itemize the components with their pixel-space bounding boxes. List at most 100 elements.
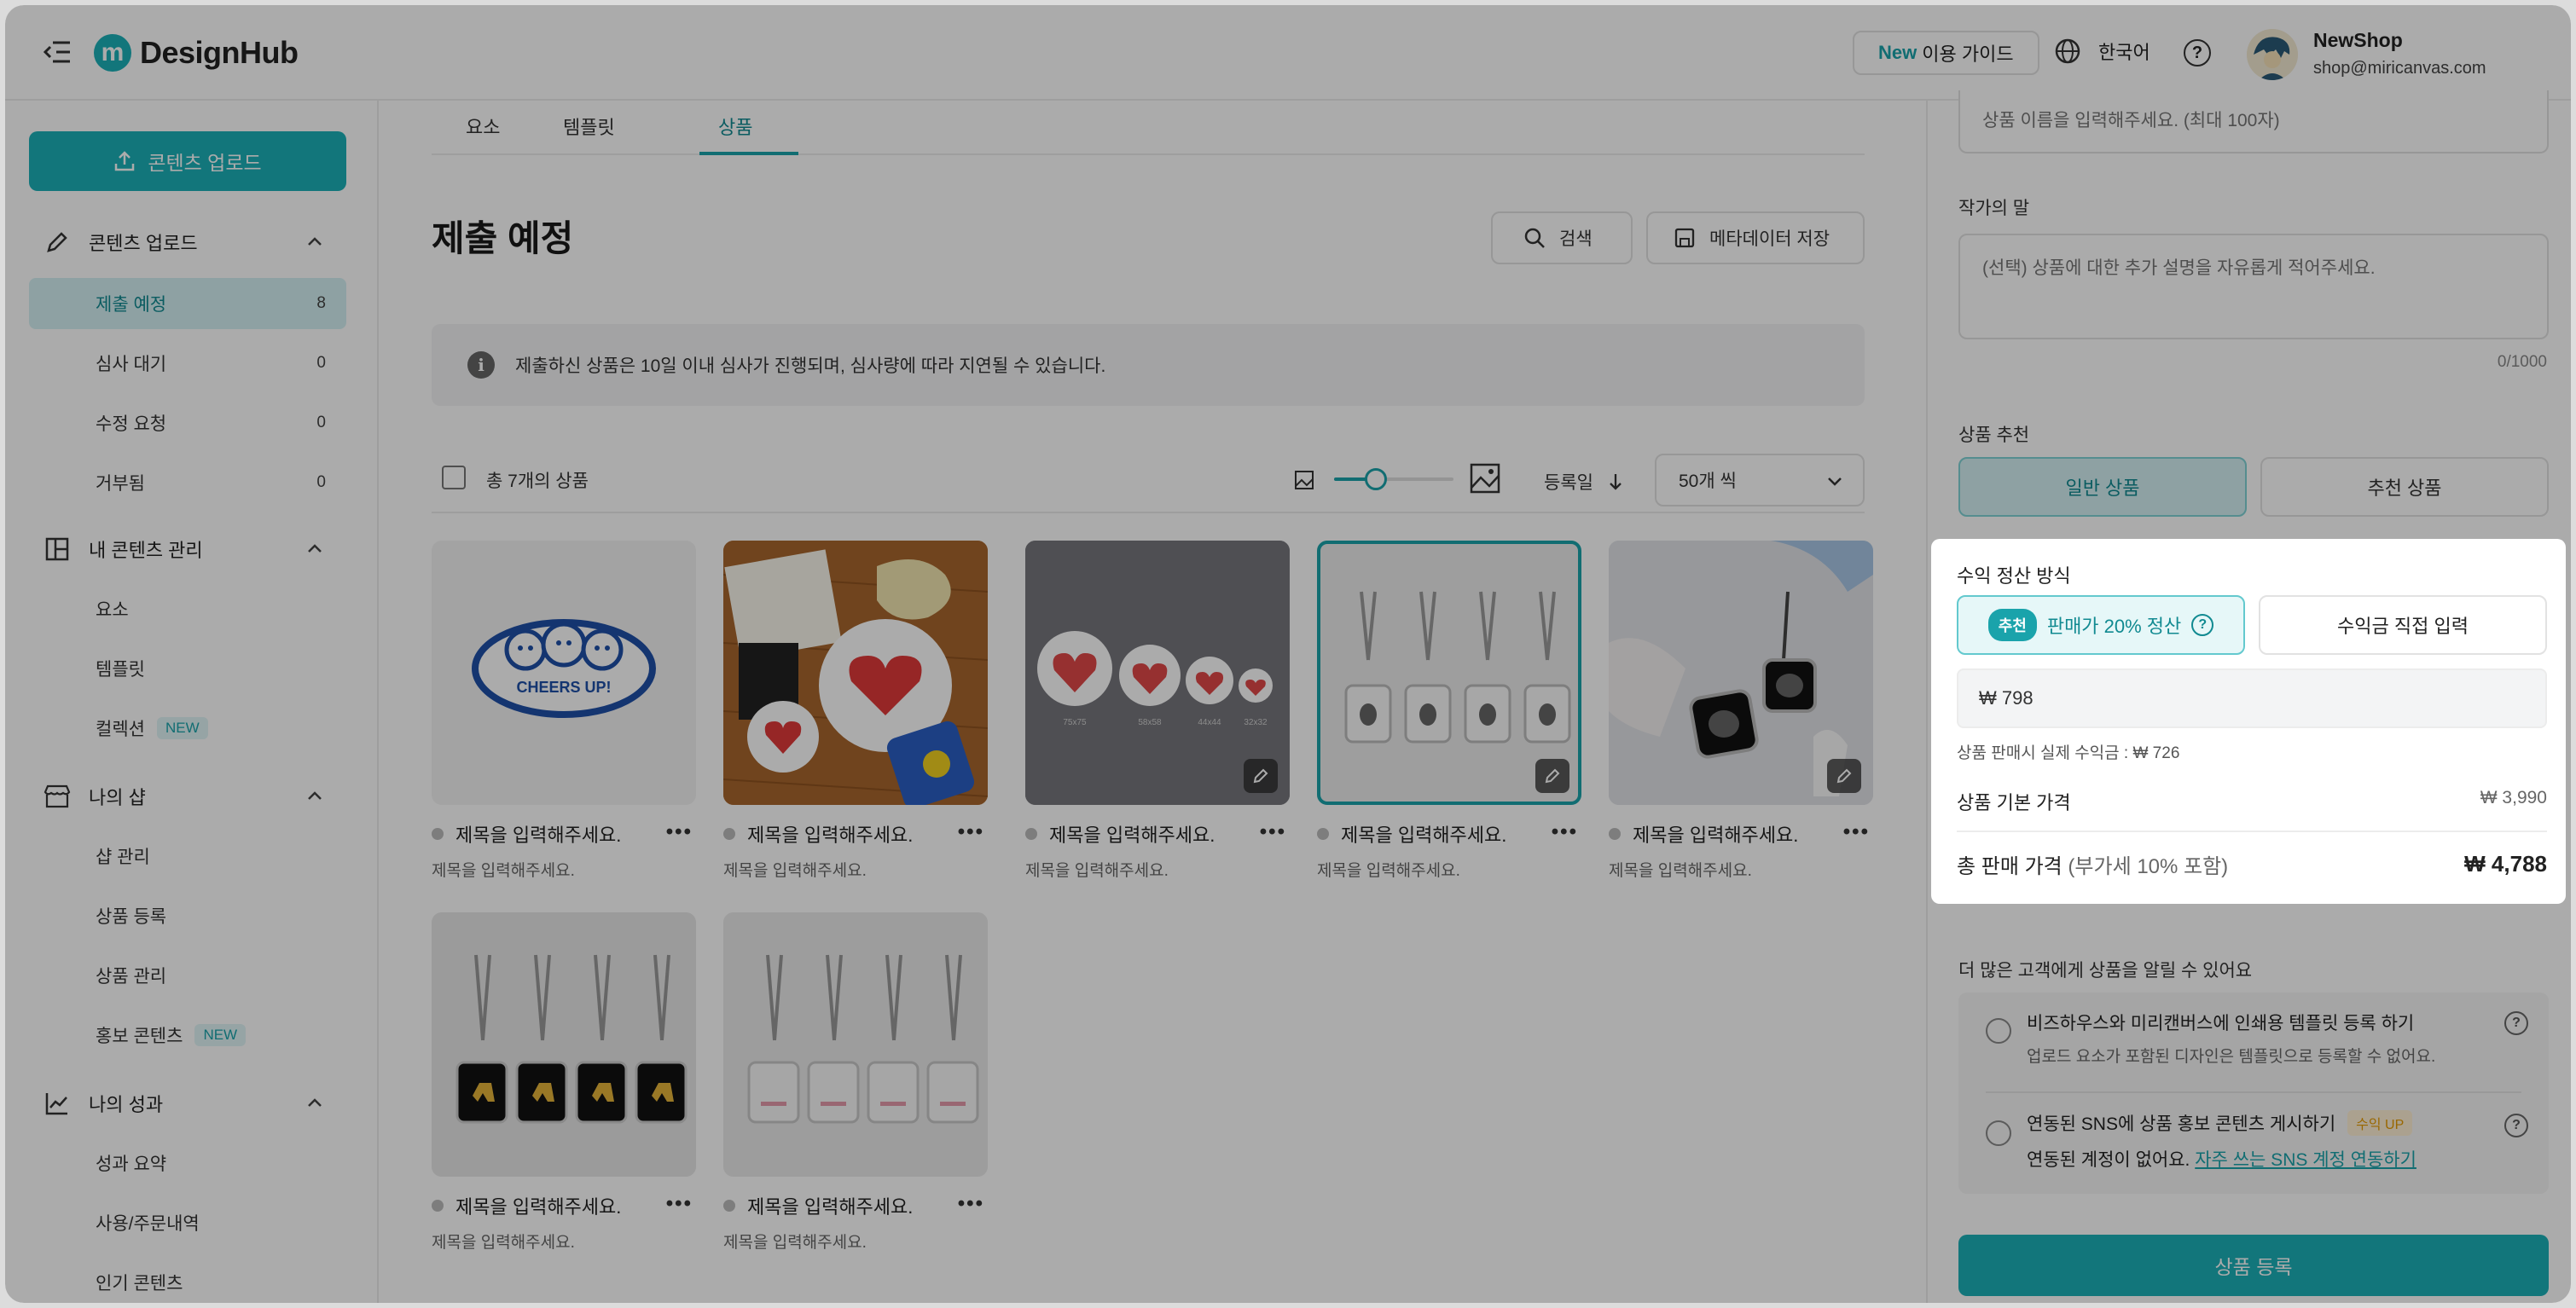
card-subtitle[interactable]: 제목을 입력해주세요. xyxy=(723,858,988,881)
select-all-checkbox[interactable] xyxy=(442,466,466,489)
more-options-icon[interactable]: ••• xyxy=(1552,820,1578,844)
promo-options: 비즈하우스와 미리캔버스에 인쇄용 템플릿 등록 하기 업로드 요소가 포함된 … xyxy=(1958,993,2549,1194)
product-register-button[interactable]: 상품 등록 xyxy=(1958,1235,2549,1296)
per-page-select[interactable]: 50개 씩 xyxy=(1655,454,1865,506)
product-card[interactable]: 75x75 58x58 44x44 32x32 제목을 입력해주세요. ••• … xyxy=(1025,541,1290,881)
product-card[interactable]: 제목을 입력해주세요. ••• 제목을 입력해주세요. xyxy=(723,541,988,881)
search-icon xyxy=(1524,228,1545,248)
language-selector[interactable]: 한국어 xyxy=(2054,38,2150,65)
sort-control[interactable]: 등록일 xyxy=(1544,469,1624,495)
artist-note-textarea[interactable] xyxy=(1958,234,2549,339)
normal-product-button[interactable]: 일반 상품 xyxy=(1958,457,2247,517)
content-upload-button[interactable]: 콘텐츠 업로드 xyxy=(29,131,346,191)
sns-promo-radio[interactable] xyxy=(1986,1120,2011,1146)
recommended-product-button[interactable]: 추천 상품 xyxy=(2260,457,2549,517)
product-name-input[interactable] xyxy=(1958,90,2549,153)
sidebar-item-popular-content[interactable]: 인기 콘텐츠 xyxy=(29,1257,346,1303)
card-title[interactable]: 제목을 입력해주세요. xyxy=(455,820,621,848)
large-image-icon[interactable] xyxy=(1469,462,1501,495)
more-options-icon[interactable]: ••• xyxy=(958,1192,984,1216)
product-thumbnail[interactable] xyxy=(723,912,988,1177)
card-title[interactable]: 제목을 입력해주세요. xyxy=(747,820,913,848)
more-options-icon[interactable]: ••• xyxy=(958,820,984,844)
more-options-icon[interactable]: ••• xyxy=(666,1192,693,1216)
tab-products[interactable]: 상품 xyxy=(718,113,752,140)
sidebar-item-review-waiting[interactable]: 심사 대기 0 xyxy=(29,338,346,389)
more-options-icon[interactable]: ••• xyxy=(1260,820,1286,844)
template-register-radio[interactable] xyxy=(1986,1018,2011,1044)
nav-section-performance[interactable]: 나의 성과 xyxy=(43,1083,341,1124)
help-icon[interactable]: ? xyxy=(2504,1114,2528,1137)
card-title[interactable]: 제목을 입력해주세요. xyxy=(1341,820,1506,848)
promo-option-desc-row: 연동된 계정이 없어요. 자주 쓰는 SNS 계정 연동하기 xyxy=(2027,1146,2416,1172)
sidebar-item-rejected[interactable]: 거부됨 0 xyxy=(29,457,346,508)
card-title-row: 제목을 입력해주세요. ••• xyxy=(1317,820,1581,848)
small-image-icon[interactable] xyxy=(1293,469,1315,491)
card-subtitle[interactable]: 제목을 입력해주세요. xyxy=(1609,858,1873,881)
language-label: 한국어 xyxy=(2098,42,2150,63)
help-icon[interactable]: ? xyxy=(2184,39,2211,67)
nav-section-upload[interactable]: 콘텐츠 업로드 xyxy=(43,222,341,263)
product-card[interactable]: 제목을 입력해주세요. ••• 제목을 입력해주세요. xyxy=(723,912,988,1253)
product-thumbnail[interactable] xyxy=(1609,541,1873,805)
sidebar-item-product-manage[interactable]: 상품 관리 xyxy=(29,950,346,1001)
product-thumbnail[interactable] xyxy=(1317,541,1581,805)
sidebar-item-elements[interactable]: 요소 xyxy=(29,583,346,634)
sidebar-item-shop-manage[interactable]: 샵 관리 xyxy=(29,831,346,882)
revenue-up-badge: 수익 UP xyxy=(2347,1110,2413,1136)
sidebar-item-usage-orders[interactable]: 사용/주문내역 xyxy=(29,1197,346,1248)
base-price-value: ₩ 3,990 xyxy=(2480,788,2547,807)
nav-section-my-shop[interactable]: 나의 샵 xyxy=(43,776,341,817)
card-subtitle[interactable]: 제목을 입력해주세요. xyxy=(1025,858,1290,881)
thumbnail-size-slider[interactable] xyxy=(1334,468,1453,490)
guide-button[interactable]: New 이용 가이드 xyxy=(1853,31,2039,75)
globe-icon xyxy=(2055,38,2080,64)
status-dot xyxy=(432,1200,444,1212)
product-thumbnail[interactable] xyxy=(432,912,696,1177)
sidebar-item-label: 사용/주문내역 xyxy=(96,1214,200,1234)
card-subtitle[interactable]: 제목을 입력해주세요. xyxy=(723,1230,988,1253)
more-options-icon[interactable]: ••• xyxy=(666,820,693,844)
sidebar-item-templates[interactable]: 템플릿 xyxy=(29,643,346,694)
card-subtitle[interactable]: 제목을 입력해주세요. xyxy=(1317,858,1581,881)
manual-revenue-button[interactable]: 수익금 직접 입력 xyxy=(2259,595,2547,655)
card-title[interactable]: 제목을 입력해주세요. xyxy=(747,1192,913,1219)
edit-icon[interactable] xyxy=(1827,759,1861,793)
edit-icon[interactable] xyxy=(1244,759,1278,793)
sidebar-item-pending-submit[interactable]: 제출 예정 8 xyxy=(29,278,346,329)
product-card[interactable]: 제목을 입력해주세요. ••• 제목을 입력해주세요. xyxy=(1317,541,1581,881)
search-button[interactable]: 검색 xyxy=(1491,211,1633,264)
more-options-icon[interactable]: ••• xyxy=(1843,820,1870,844)
card-subtitle[interactable]: 제목을 입력해주세요. xyxy=(432,858,696,881)
sidebar-item-revision-request[interactable]: 수정 요청 0 xyxy=(29,397,346,449)
collapse-sidebar-icon[interactable] xyxy=(43,39,72,65)
card-subtitle[interactable]: 제목을 입력해주세요. xyxy=(432,1230,696,1253)
nav-section-my-content[interactable]: 내 콘텐츠 관리 xyxy=(43,529,341,570)
logo[interactable]: m DesignHub xyxy=(94,34,299,72)
product-thumbnail[interactable] xyxy=(723,541,988,805)
sidebar-item-performance-summary[interactable]: 성과 요약 xyxy=(29,1137,346,1189)
edit-icon[interactable] xyxy=(1535,759,1569,793)
tab-templates[interactable]: 템플릿 xyxy=(563,113,615,140)
settle-20-percent-button[interactable]: 추천 판매가 20% 정산 ? xyxy=(1957,595,2245,655)
sidebar-item-promo-content[interactable]: 홍보 콘텐츠 NEW xyxy=(29,1010,346,1061)
sidebar-item-product-register[interactable]: 상품 등록 xyxy=(29,890,346,941)
link-sns-account[interactable]: 자주 쓰는 SNS 계정 연동하기 xyxy=(2195,1150,2416,1170)
product-card[interactable]: CHEERS UP! 제목을 입력해주세요. ••• 제목을 입력해주세요. xyxy=(432,541,696,881)
slider-handle[interactable] xyxy=(1365,468,1387,490)
card-title[interactable]: 제목을 입력해주세요. xyxy=(455,1192,621,1219)
product-card[interactable]: 제목을 입력해주세요. ••• 제목을 입력해주세요. xyxy=(1609,541,1873,881)
product-thumbnail[interactable]: 75x75 58x58 44x44 32x32 xyxy=(1025,541,1290,805)
avatar[interactable] xyxy=(2247,29,2298,80)
save-metadata-button[interactable]: 메타데이터 저장 xyxy=(1646,211,1865,264)
product-thumbnail[interactable]: CHEERS UP! xyxy=(432,541,696,805)
tab-elements[interactable]: 요소 xyxy=(466,113,500,140)
help-icon[interactable]: ? xyxy=(2504,1011,2528,1035)
card-title[interactable]: 제목을 입력해주세요. xyxy=(1049,820,1215,848)
help-icon[interactable]: ? xyxy=(2191,614,2214,636)
card-title[interactable]: 제목을 입력해주세요. xyxy=(1633,820,1798,848)
product-card[interactable]: 제목을 입력해주세요. ••• 제목을 입력해주세요. xyxy=(432,912,696,1253)
user-info[interactable]: NewShop shop@miricanvas.com xyxy=(2313,29,2486,78)
settle-20-percent-label: 판매가 20% 정산 xyxy=(2046,616,2182,637)
sidebar-item-collection[interactable]: 컬렉션 NEW xyxy=(29,703,346,754)
